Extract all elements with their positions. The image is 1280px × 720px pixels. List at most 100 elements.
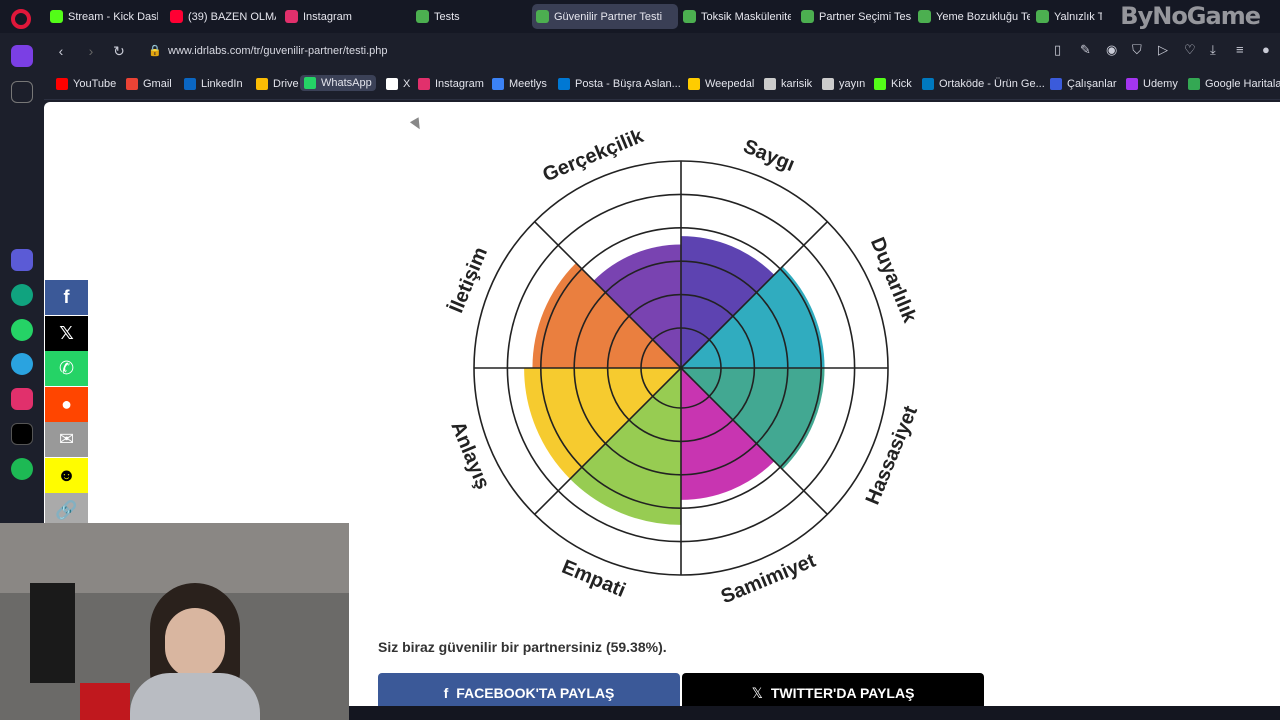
heart-icon[interactable]: ♡: [1184, 42, 1196, 58]
reload-icon[interactable]: ↻: [110, 42, 128, 60]
tab[interactable]: Instagram: [281, 4, 401, 29]
result-text: Siz biraz güvenilir bir partnersiniz (59…: [378, 639, 667, 655]
tab-bar: Stream - Kick Dashb (39) BAZEN OLMAZ Insta…: [0, 0, 1280, 33]
bookmark-favicon-icon: [386, 78, 398, 90]
bookmark-item[interactable]: WhatsApp: [300, 75, 376, 91]
bookmark-item[interactable]: X: [386, 78, 410, 90]
tab-label: Yalnızlık T: [1054, 10, 1102, 23]
tab-label: Yeme Bozukluğu Te: [936, 10, 1030, 23]
star-icon[interactable]: [11, 81, 33, 103]
watermark: ByNoGame: [1120, 2, 1261, 30]
bookmark-label: YouTube: [73, 78, 117, 90]
bookmark-label: Meetlys: [509, 78, 547, 90]
category-label: Gerçekçilik: [540, 125, 648, 187]
bookmark-item[interactable]: Gmail: [126, 78, 172, 90]
x-icon: 𝕏: [751, 684, 763, 701]
bookmark-label: Drive: [273, 78, 299, 90]
bookmark-label: LinkedIn: [201, 78, 243, 90]
person-face: [165, 608, 225, 678]
home-icon[interactable]: [11, 45, 33, 67]
app-icon[interactable]: [11, 249, 33, 271]
tab[interactable]: Stream - Kick Dashb: [46, 4, 158, 29]
twitter-share-label: TWITTER'DA PAYLAŞ: [770, 685, 915, 701]
category-label: İletişim: [444, 244, 492, 316]
tab[interactable]: Yeme Bozukluğu Te: [914, 4, 1030, 29]
profile-icon[interactable]: ●: [1262, 42, 1270, 57]
bookmark-favicon-icon: [126, 78, 138, 90]
bookmark-item[interactable]: yayın: [822, 78, 865, 90]
lock-icon: 🔒: [148, 45, 162, 57]
tab[interactable]: Partner Seçimi Testi: [797, 4, 911, 29]
tab-label: Toksik Maskülenite: [701, 10, 791, 23]
tab-favicon-icon: [285, 10, 298, 23]
bookmark-label: Gmail: [143, 78, 172, 90]
red-object: [80, 683, 130, 720]
chatgpt-icon[interactable]: [11, 284, 33, 306]
shield-icon[interactable]: ⛉: [1132, 42, 1142, 58]
bookmark-item[interactable]: Posta - Büşra Aslan...: [558, 78, 681, 90]
opera-logo-icon[interactable]: [11, 9, 31, 29]
forward-icon[interactable]: ›: [82, 42, 100, 60]
bookmark-label: yayın: [839, 78, 866, 90]
play-icon[interactable]: ▷: [1158, 42, 1168, 58]
bookmark-favicon-icon: [418, 78, 430, 90]
tab[interactable]: Toksik Maskülenite: [679, 4, 791, 29]
tab-label: Güvenilir Partner Testi: [554, 10, 663, 23]
bookmark-label: Udemy: [1143, 78, 1178, 90]
tab-favicon-icon: [801, 10, 814, 23]
edit-icon[interactable]: ✎: [1080, 42, 1091, 58]
whatsapp-icon[interactable]: [11, 319, 33, 341]
back-icon[interactable]: ‹: [52, 42, 70, 60]
instagram-icon[interactable]: [11, 388, 33, 410]
telegram-icon[interactable]: [11, 353, 33, 375]
tab[interactable]: Güvenilir Partner Testi: [532, 4, 678, 29]
bookmark-label: Çalışanlar: [1067, 78, 1117, 90]
bookmark-item[interactable]: Meetlys: [492, 78, 547, 90]
menu-icon[interactable]: ≡: [1236, 42, 1244, 57]
download-icon[interactable]: ⤓: [1210, 42, 1216, 58]
tab[interactable]: Tests: [412, 4, 532, 29]
taskbar: [349, 706, 1280, 720]
bookmark-label: WhatsApp: [321, 77, 372, 89]
bookmark-favicon-icon: [184, 78, 196, 90]
url-bar[interactable]: www.idrlabs.com/tr/guvenilir-partner/tes…: [168, 45, 387, 57]
category-label: Empati: [559, 556, 629, 602]
bookmark-favicon-icon: [1126, 78, 1138, 90]
category-label: Hassasiyet: [862, 403, 922, 508]
category-label: Saygı: [740, 135, 798, 176]
category-label: Anlayış: [446, 418, 494, 492]
bookmark-item[interactable]: Instagram: [418, 78, 484, 90]
bookmarks-bar: YouTube Gmail LinkedIn Drive WhatsApp X Instag…: [44, 70, 1280, 100]
bookmark-label: X: [403, 78, 411, 90]
tab-favicon-icon: [416, 10, 429, 23]
bookmark-favicon-icon: [558, 78, 570, 90]
bookmark-favicon-icon: [56, 78, 68, 90]
bookmark-item[interactable]: Çalışanlar: [1050, 78, 1117, 90]
tab-favicon-icon: [683, 10, 696, 23]
bookmark-item[interactable]: Google Haritalar: [1188, 78, 1280, 90]
tab-favicon-icon: [170, 10, 183, 23]
bookmark-favicon-icon: [822, 78, 834, 90]
bookmark-favicon-icon: [304, 77, 316, 89]
bookmark-item[interactable]: Weepedal: [688, 78, 754, 90]
tab[interactable]: (39) BAZEN OLMAZ: [166, 4, 276, 29]
bookmark-favicon-icon: [256, 78, 268, 90]
bookmark-item[interactable]: Udemy: [1126, 78, 1178, 90]
bookmark-label: karisik: [781, 78, 813, 90]
bookmark-item[interactable]: Ortaköde - Ürün Ge...: [922, 78, 1045, 90]
tab-favicon-icon: [50, 10, 63, 23]
bookmark-favicon-icon: [688, 78, 700, 90]
bookmark-item[interactable]: Kick: [874, 78, 912, 90]
bookmark-item[interactable]: Drive: [256, 78, 299, 90]
tab-favicon-icon: [1036, 10, 1049, 23]
bookmark-item[interactable]: karisik: [764, 78, 812, 90]
bookmark-item[interactable]: YouTube: [56, 78, 116, 90]
spotify-icon[interactable]: [11, 458, 33, 480]
bookmark-label: Posta - Büşra Aslan...: [575, 78, 681, 90]
x-icon[interactable]: [11, 423, 33, 445]
bookmark-favicon-icon: [874, 78, 886, 90]
reader-icon[interactable]: ▯: [1054, 42, 1061, 58]
tab[interactable]: Yalnızlık T: [1032, 4, 1102, 29]
camera-icon[interactable]: ◉: [1106, 42, 1117, 58]
bookmark-item[interactable]: LinkedIn: [184, 78, 243, 90]
